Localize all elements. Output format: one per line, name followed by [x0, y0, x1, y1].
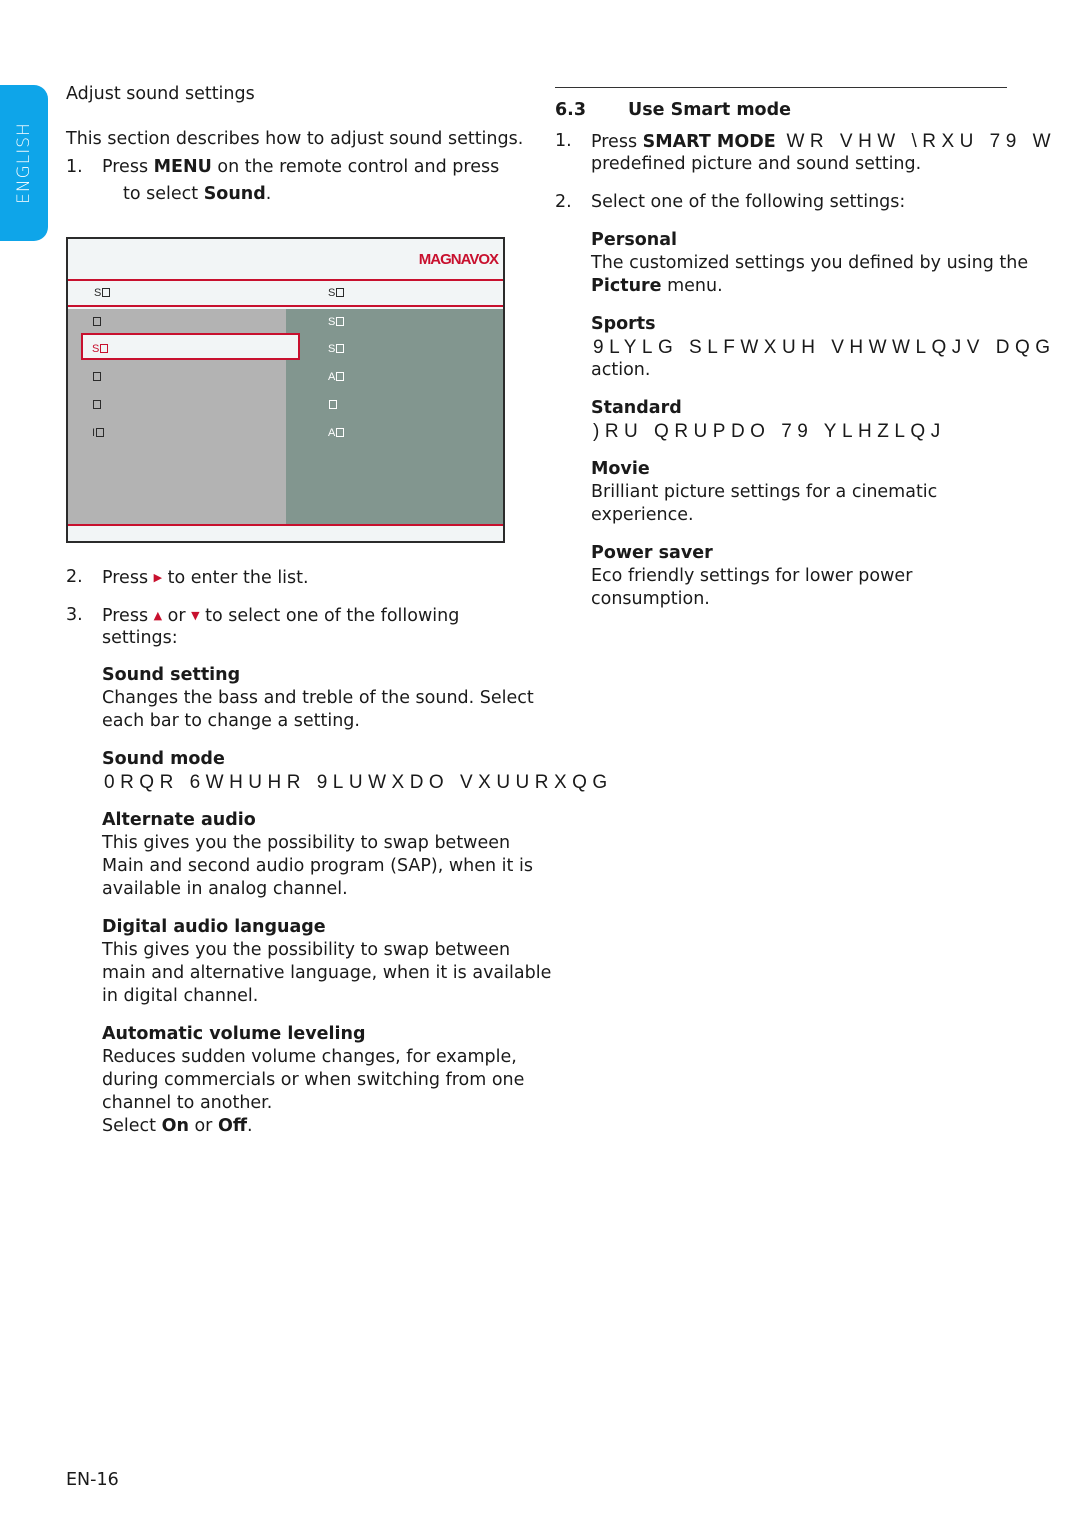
mode-title: Power saver: [591, 543, 713, 563]
step-number: 1.: [66, 157, 83, 177]
option-desc: each bar to change a setting.: [102, 711, 360, 731]
section-heading: Adjust sound settings: [66, 84, 255, 104]
mode-title: Standard: [591, 398, 682, 418]
menu-left-item[interactable]: [92, 371, 101, 383]
mode-title: Personal: [591, 230, 678, 250]
option-desc: during commercials or when switching fro…: [102, 1070, 525, 1090]
option-desc: Changes the bass and treble of the sound…: [102, 688, 534, 708]
step-number: 1.: [555, 131, 572, 151]
mode-desc: Picture menu.: [591, 276, 723, 296]
menu-left-item[interactable]: [92, 316, 101, 328]
language-tab: ENGLISH: [0, 85, 48, 241]
smart-step-1-line-2: predefined picture and sound setting.: [591, 154, 922, 174]
option-desc: main and alternative language, when it i…: [102, 963, 552, 983]
right-arrow-icon: ▶: [153, 571, 163, 584]
option-title: Digital audio language: [102, 917, 326, 937]
option-title: Sound setting: [102, 665, 241, 685]
menu-right-pane: [286, 309, 503, 524]
menu-right-item[interactable]: A: [328, 371, 345, 383]
mode-desc: action.: [591, 360, 651, 380]
option-desc: This gives you the possibility to swap b…: [102, 940, 511, 960]
section-number: 6.3: [555, 100, 587, 120]
menu-left-item[interactable]: I: [92, 427, 105, 439]
option-desc: channel to another.: [102, 1093, 273, 1113]
option-desc: available in analog channel.: [102, 879, 348, 899]
option-select-line: Select On or Off.: [102, 1116, 253, 1136]
step-1-line-2: to select Sound.: [123, 184, 272, 204]
step-3-line-2: settings:: [102, 628, 178, 648]
mode-desc: Eco friendly settings for lower power: [591, 566, 913, 586]
section-divider: [555, 87, 1007, 88]
menu-header-left: S: [94, 287, 111, 299]
menu-right-item[interactable]: A: [328, 427, 345, 439]
option-desc-encoded: 0RQR 6WHUHR 9LUWXDO VXUURXQG: [104, 772, 613, 793]
option-title: Alternate audio: [102, 810, 256, 830]
mode-title: Movie: [591, 459, 650, 479]
language-tab-label: ENGLISH: [14, 122, 34, 204]
mode-desc-encoded: )RU QRUPDO 79 YLHZLQJ: [593, 421, 946, 442]
smart-step-2: Select one of the following settings:: [591, 192, 906, 212]
menu-selected-item[interactable]: [81, 333, 300, 360]
menu-header-right: S: [328, 287, 345, 299]
step-3-line-1: Press ▲ or ▼ to select one of the follow…: [102, 606, 460, 626]
menu-footer-bar: [68, 524, 503, 541]
menu-right-item[interactable]: [328, 399, 337, 411]
option-desc: Reduces sudden volume changes, for examp…: [102, 1047, 517, 1067]
mode-desc: Brilliant picture settings for a cinemat…: [591, 482, 938, 502]
option-title: Sound mode: [102, 749, 225, 769]
mode-desc: The customized settings you defined by u…: [591, 253, 1029, 273]
magnavox-logo: MAGNAVOX: [418, 251, 499, 268]
option-title: Automatic volume leveling: [102, 1024, 366, 1044]
menu-key: MENU: [153, 157, 212, 177]
page-number: EN-16: [66, 1470, 119, 1490]
mode-desc: consumption.: [591, 589, 710, 609]
step-number: 3.: [66, 605, 83, 625]
smart-mode-key: SMART MODE: [642, 132, 776, 152]
mode-desc: experience.: [591, 505, 694, 525]
menu-right-item[interactable]: S: [328, 343, 345, 355]
up-arrow-icon: ▲: [153, 609, 163, 622]
menu-left-item[interactable]: [92, 399, 101, 411]
option-desc: in digital channel.: [102, 986, 259, 1006]
option-desc: Main and second audio program (SAP), whe…: [102, 856, 533, 876]
menu-header-bar: S S: [68, 279, 503, 307]
mode-desc-encoded: 9LYLG SLFWXUH VHWWLQJV DQG: [593, 337, 1056, 358]
step-1-line-1: Press MENU on the remote control and pre…: [102, 157, 500, 177]
menu-right-item[interactable]: S: [328, 316, 345, 328]
section-title: Use Smart mode: [628, 100, 791, 120]
mode-title: Sports: [591, 314, 656, 334]
step-number: 2.: [66, 567, 83, 587]
intro-text: This section describes how to adjust sou…: [66, 129, 524, 149]
down-arrow-icon: ▼: [191, 609, 200, 622]
smart-step-1-line-1: Press SMART MODE WR VHW \RXU 79 W: [591, 131, 1057, 152]
option-desc: This gives you the possibility to swap b…: [102, 833, 511, 853]
step-2-text: Press ▶ to enter the list.: [102, 568, 309, 588]
step-number: 2.: [555, 192, 572, 212]
menu-left-item-selected[interactable]: S: [92, 343, 109, 355]
sound-key: Sound: [203, 184, 266, 204]
tv-menu-illustration: MAGNAVOX S S S I S S A A: [66, 237, 505, 543]
